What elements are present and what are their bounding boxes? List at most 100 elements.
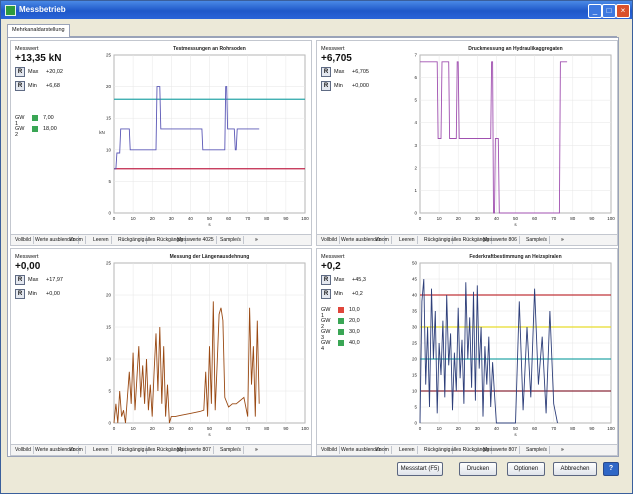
x-tick-label: 50 (207, 216, 213, 221)
cancel-button[interactable]: Abbrechen (553, 462, 597, 476)
zoom-button[interactable]: Zoom (68, 446, 86, 454)
x-tick-label: 0 (419, 216, 422, 221)
y-tick-label: 30 (412, 325, 418, 330)
sample-rate: Sample/s (524, 236, 550, 244)
chart-title: Testmessungen an Rohrsoden (173, 46, 246, 52)
y-tick-label: 1 (414, 188, 417, 193)
x-tick-label: 90 (283, 216, 289, 221)
x-tick-label: 60 (532, 216, 538, 221)
clear-button[interactable]: Leeren (91, 236, 112, 244)
x-tick-label: 90 (283, 426, 289, 431)
x-tick-label: 90 (589, 216, 595, 221)
x-tick-label: 40 (494, 216, 500, 221)
y-tick-label: 5 (414, 98, 417, 103)
y-tick-label: 25 (412, 341, 418, 346)
x-axis-label: s (208, 222, 211, 227)
x-tick-label: 80 (570, 426, 576, 431)
tab-mehrkanaldarstellung[interactable]: Mehrkanaldarstellung (7, 24, 70, 37)
x-tick-label: 90 (589, 426, 595, 431)
options-button[interactable]: Optionen (507, 462, 545, 476)
print-button[interactable]: Drucken (459, 462, 497, 476)
main-window: Messbetrieb _ □ × Mehrkanaldarstellung M… (0, 0, 633, 494)
y-tick-label: 0 (108, 211, 111, 216)
x-tick-label: 20 (150, 426, 156, 431)
x-tick-label: 50 (207, 426, 213, 431)
sample-count: Messwerte 807 (175, 446, 214, 454)
x-tick-label: 10 (131, 216, 137, 221)
y-tick-label: 10 (106, 357, 112, 362)
x-tick-label: 30 (169, 426, 175, 431)
x-tick-label: 70 (551, 216, 557, 221)
fullscreen-button[interactable]: Vollbild (13, 446, 34, 454)
app-icon (5, 5, 16, 16)
x-tick-label: 100 (607, 426, 615, 431)
more-button[interactable]: » (253, 446, 260, 454)
x-tick-label: 20 (150, 216, 156, 221)
y-tick-label: 5 (108, 179, 111, 184)
y-tick-label: 10 (106, 147, 112, 152)
close-button[interactable]: × (616, 4, 630, 18)
sample-count: Messwerte 4025 (175, 236, 217, 244)
sample-count: Messwerte 806 (481, 236, 520, 244)
y-tick-label: 15 (106, 116, 112, 121)
clear-button[interactable]: Leeren (397, 236, 418, 244)
fullscreen-button[interactable]: Vollbild (319, 446, 340, 454)
x-tick-label: 40 (494, 426, 500, 431)
y-tick-label: 0 (414, 211, 417, 216)
more-button[interactable]: » (559, 446, 566, 454)
sample-rate: Sample/s (218, 446, 244, 454)
chart-toolbar: Vollbild Werte ausblenden Zoom Leeren Rückgä… (11, 234, 311, 245)
sample-rate: Sample/s (524, 446, 550, 454)
chart-title: Druckmessung an Hydraulikaggregaten (468, 46, 562, 52)
messstart-button[interactable]: Messstart (F5) (397, 462, 443, 476)
x-tick-label: 50 (513, 426, 519, 431)
clear-button[interactable]: Leeren (397, 446, 418, 454)
window-title: Messbetrieb (19, 5, 66, 14)
channel-panel: Messwert +0,00 R Max +17,97 R Min +0,00 Messung … (10, 248, 312, 456)
channel-panel: Messwert +13,35 kN R Max +20,02 R Min +6,68 GW 1… (10, 40, 312, 246)
more-button[interactable]: » (559, 236, 566, 244)
more-button[interactable]: » (253, 236, 260, 244)
help-button[interactable]: ? (603, 462, 619, 476)
chart[interactable]: Messung der Längenausdehnung0 10 20 30 40 50 6… (11, 249, 311, 443)
x-tick-label: 30 (475, 216, 481, 221)
title-bar[interactable]: Messbetrieb _ □ × (1, 1, 632, 19)
clear-button[interactable]: Leeren (91, 446, 112, 454)
minimize-button[interactable]: _ (588, 4, 602, 18)
x-tick-label: 0 (113, 426, 116, 431)
chart[interactable]: Federkraftbestimmung an Heizspiralen 0 10 2… (317, 249, 617, 443)
zoom-button[interactable]: Zoom (68, 236, 86, 244)
x-tick-label: 0 (419, 426, 422, 431)
x-tick-label: 100 (301, 426, 309, 431)
chart-toolbar: Vollbild Werte ausblenden Zoom Leeren Rückgä… (317, 444, 617, 455)
x-tick-label: 80 (264, 426, 270, 431)
chart-toolbar: Vollbild Werte ausblenden Zoom Leeren Rückgä… (317, 234, 617, 245)
chart[interactable]: Druckmessung an Hydraulikaggregaten0 10 20… (317, 41, 617, 233)
x-tick-label: 60 (532, 426, 538, 431)
x-axis-label: s (514, 432, 517, 437)
y-tick-label: 10 (412, 389, 418, 394)
sample-count: Messwerte 807 (481, 446, 520, 454)
chart-title: Federkraftbestimmung an Heizspiralen (469, 254, 561, 260)
x-tick-label: 0 (113, 216, 116, 221)
x-tick-label: 10 (437, 216, 443, 221)
x-tick-label: 80 (264, 216, 270, 221)
x-axis-label: s (208, 432, 211, 437)
channels-area: Messwert +13,35 kN R Max +20,02 R Min +6,68 GW 1… (7, 37, 619, 457)
x-tick-label: 40 (188, 426, 194, 431)
fullscreen-button[interactable]: Vollbild (319, 236, 340, 244)
chart[interactable]: Testmessungen an Rohrsoden0 10 20 30 40 50 60 7… (11, 41, 311, 233)
y-tick-label: 20 (106, 84, 112, 89)
zoom-button[interactable]: Zoom (374, 236, 392, 244)
sample-rate: Sample/s (218, 236, 244, 244)
x-tick-label: 70 (245, 216, 251, 221)
y-tick-label: 6 (414, 75, 417, 80)
fullscreen-button[interactable]: Vollbild (13, 236, 34, 244)
y-axis-label: kN (99, 130, 105, 135)
channel-panel: Messwert +6,705 R Max +6,705 R Min +0,000 Druckm… (316, 40, 618, 246)
zoom-button[interactable]: Zoom (374, 446, 392, 454)
x-axis-label: s (514, 222, 517, 227)
x-tick-label: 60 (226, 216, 232, 221)
x-tick-label: 10 (131, 426, 137, 431)
maximize-button[interactable]: □ (602, 4, 616, 18)
